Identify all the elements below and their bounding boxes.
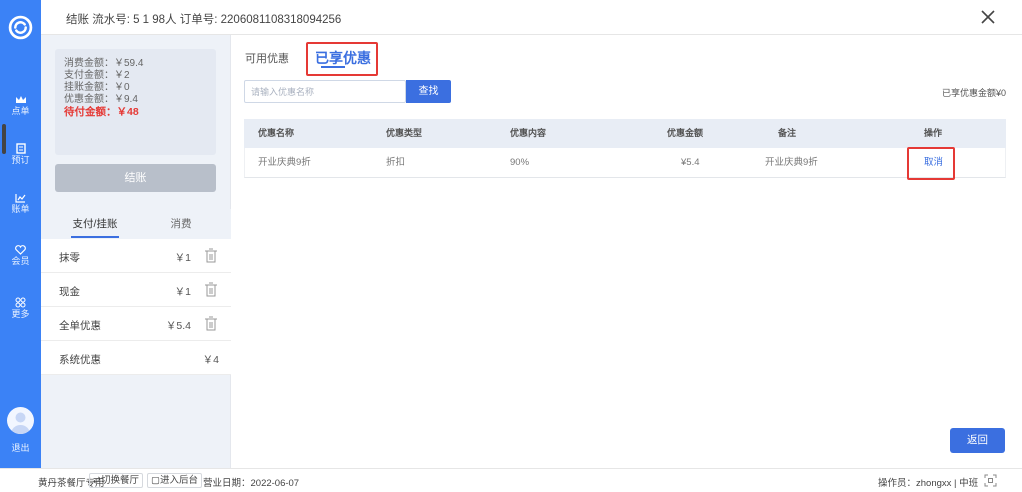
list-item: 现金 ￥1 (41, 273, 231, 307)
trash-icon[interactable] (204, 316, 218, 332)
nav-label-bill: 账单 (11, 204, 30, 214)
consume-amount: 消费金额：￥59.4 (64, 58, 144, 69)
tab-consume[interactable]: 消费 (141, 209, 221, 239)
table-row: 开业庆典9折 折扣 90% ¥5.4 开业庆典9折 取消 (244, 148, 1006, 178)
discount-main: 可用优惠 已享优惠 查找 已享优惠金额¥0 优惠名称 优惠类型 优惠内容 优惠金… (231, 35, 1022, 468)
payment-name: 系统优惠 (59, 354, 101, 366)
nav-label-order: 点单 (11, 106, 30, 116)
enjoyed-total: 已享优惠金额¥0 (941, 88, 1006, 98)
payment-name: 抹零 (59, 252, 80, 264)
document-icon (15, 143, 26, 154)
backend-icon: ▢ (151, 475, 160, 486)
search-button[interactable]: 查找 (406, 80, 451, 103)
switch-store-label: 切换餐厅 (100, 475, 139, 486)
chart-icon (15, 194, 26, 203)
payment-amount: ￥4 (202, 354, 219, 366)
pending-amount: 待付金额：￥48 (64, 106, 139, 118)
payment-tabs: 支付/挂账 消费 (41, 209, 231, 239)
tab-available-discounts[interactable]: 可用优惠 (245, 50, 289, 66)
discount-amount: 优惠金额：￥9.4 (64, 94, 138, 105)
operator-info: 操作员：zhongxx | 中班 (878, 478, 979, 489)
payment-name: 全单优惠 (59, 320, 101, 332)
nav-item-more[interactable]: 更多 (0, 297, 41, 320)
fullscreen-icon[interactable] (984, 474, 997, 487)
switch-store-button[interactable]: ⇄切换餐厅 (89, 473, 143, 488)
nav-item-logout[interactable]: 退出 (0, 443, 41, 454)
search-input[interactable] (244, 80, 406, 103)
highlight-box (306, 42, 378, 76)
column-header: 优惠金额 (667, 128, 704, 138)
page-header: 结账 流水号: 5 1 98人 订单号: 2206081108318094256 (41, 0, 1022, 35)
tab-underline (71, 236, 119, 238)
trash-icon[interactable] (204, 282, 218, 298)
discount-note: 开业庆典9折 (765, 157, 818, 168)
crown-icon (15, 96, 26, 103)
enter-backend-label: 进入后台 (159, 475, 198, 486)
discount-amount: ¥5.4 (681, 157, 700, 168)
payment-amount: ￥1 (174, 252, 191, 264)
nav-item-bill[interactable]: 账单 (0, 193, 41, 215)
nav-label-reserve: 预订 (11, 155, 30, 165)
nav-label-logout: 退出 (11, 443, 30, 453)
column-header: 备注 (778, 128, 797, 138)
nav-item-order[interactable]: 点单 (0, 94, 41, 117)
amount-summary: 消费金额：￥59.4 支付金额：￥2 挂账金额：￥0 优惠金额：￥9.4 待付金… (55, 49, 216, 155)
nav-item-member[interactable]: 会员 (0, 245, 41, 267)
enter-backend-button[interactable]: ▢进入后台 (147, 473, 202, 488)
list-item: 全单优惠 ￥5.4 (41, 307, 231, 341)
discount-table: 优惠名称 优惠类型 优惠内容 优惠金额 备注 操作 开业庆典9折 折扣 90% … (244, 119, 1006, 178)
payment-name: 现金 (59, 286, 80, 298)
payment-list: 抹零 ￥1 现金 ￥1 全单优惠 ￥5.4 系统优惠 ￥4 (41, 239, 231, 375)
nav-label-more: 更多 (11, 309, 30, 319)
app-logo-icon[interactable] (8, 15, 33, 40)
column-header: 操作 (924, 128, 943, 138)
close-icon[interactable] (978, 7, 998, 27)
status-bar: 黄丹茶餐厅专用 ⇄切换餐厅 ▢进入后台 营业日期：2022-06-07 操作员：… (0, 468, 1022, 492)
back-button[interactable]: 返回 (950, 428, 1005, 453)
heart-icon (15, 245, 26, 255)
nav-item-reserve[interactable]: 预订 (0, 143, 41, 166)
column-header: 优惠内容 (510, 128, 547, 138)
table-header: 优惠名称 优惠类型 优惠内容 优惠金额 备注 操作 (244, 119, 1006, 148)
avatar[interactable] (7, 407, 34, 434)
side-nav: 点单 预订 账单 会员 更多 退出 (0, 0, 41, 468)
order-info: 结账 流水号: 5 1 98人 订单号: 2206081108318094256 (66, 14, 342, 26)
payment-amount: ￥5.4 (165, 320, 191, 332)
discount-name: 开业庆典9折 (258, 157, 311, 168)
nav-label-member: 会员 (11, 256, 30, 266)
trash-icon[interactable] (204, 248, 218, 264)
column-header: 优惠类型 (386, 128, 423, 138)
business-date: 营业日期：2022-06-07 (203, 478, 300, 489)
grid-icon (15, 297, 26, 308)
payment-amount: ￥1 (174, 286, 191, 298)
list-item: 抹零 ￥1 (41, 239, 231, 273)
list-item: 系统优惠 ￥4 (41, 341, 231, 375)
switch-icon: ⇄ (93, 475, 101, 486)
tab-payment[interactable]: 支付/挂账 (55, 209, 135, 239)
paid-amount: 支付金额：￥2 (64, 70, 130, 81)
credit-amount: 挂账金额：￥0 (64, 82, 130, 93)
discount-content: 90% (510, 157, 530, 168)
column-header: 优惠名称 (258, 128, 295, 138)
user-avatar-icon (11, 412, 30, 434)
checkout-button[interactable]: 结账 (55, 164, 216, 192)
payment-panel: 消费金额：￥59.4 支付金额：￥2 挂账金额：￥0 优惠金额：￥9.4 待付金… (41, 35, 231, 468)
discount-type: 折扣 (386, 157, 406, 168)
highlight-box (907, 147, 955, 180)
